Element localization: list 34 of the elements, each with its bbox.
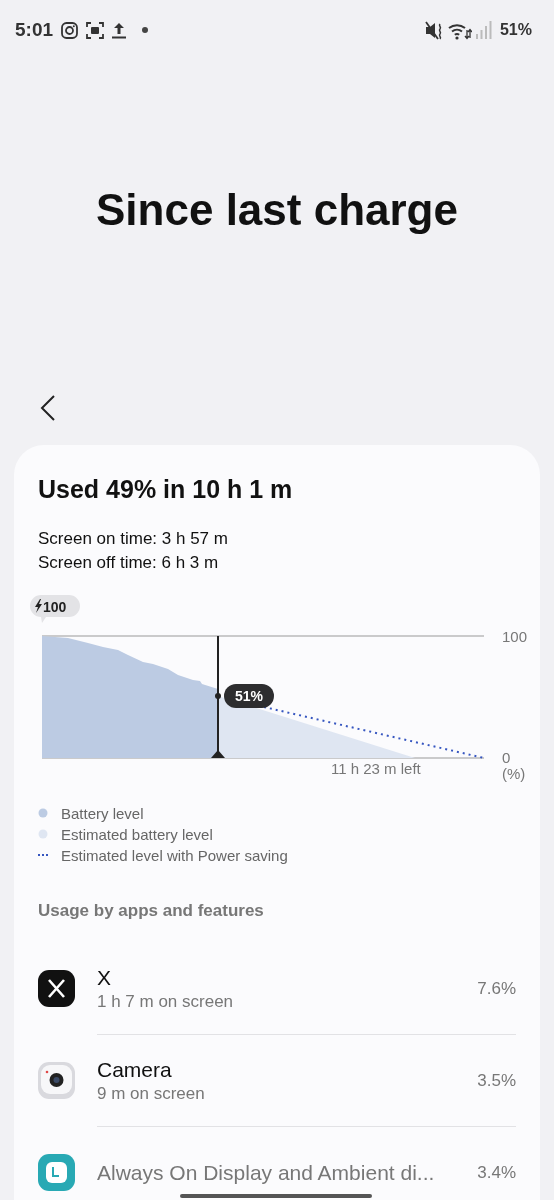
charge-badge: 100 (30, 594, 80, 623)
legend-label: Estimated battery level (61, 824, 213, 845)
camera-icon (38, 1062, 75, 1100)
signal-icon (475, 21, 492, 40)
app-name[interactable]: X (97, 964, 234, 991)
clock-app-icon (38, 1154, 75, 1192)
x-logo-icon (38, 970, 75, 1008)
dot-icon (142, 27, 149, 34)
clock-time: 5:01 (15, 18, 54, 42)
screenshot-icon (86, 21, 105, 39)
axis-label: 0 (502, 748, 511, 766)
current-level-badge: 51% (224, 683, 274, 708)
navigation-handle[interactable] (180, 1194, 372, 1198)
screen-time: 9 m on screen (97, 1082, 205, 1105)
screen-off-time: Screen off time: 6 h 3 m (38, 551, 220, 574)
legend-label: Estimated level with Power saving (61, 845, 288, 866)
axis-unit: (%) (502, 764, 526, 782)
mute-icon (424, 20, 444, 40)
section-title: Usage by apps and features (38, 899, 265, 922)
usage-percentage: 3.5% (477, 1070, 516, 1093)
usage-percentage: 3.4% (477, 1162, 516, 1185)
page-title: Since last charge (95, 184, 459, 237)
upload-icon (112, 21, 127, 39)
app-name[interactable]: Always On Display and Ambient di... (97, 1159, 435, 1186)
battery-percentage: 51% (499, 20, 532, 41)
legend-label: Battery level (61, 803, 144, 824)
screen-time: 1 h 7 m on screen (97, 990, 234, 1013)
axis-label: 100 (502, 627, 528, 645)
usage-heading: Used 49% in 10 h 1 m (38, 474, 294, 506)
camera-app-icon (61, 21, 79, 39)
usage-percentage: 7.6% (477, 978, 516, 1001)
time-left-label: 11 h 23 m left (331, 759, 421, 777)
app-name[interactable]: Camera (97, 1056, 205, 1083)
screen-on-time: Screen on time: 3 h 57 m (38, 527, 229, 550)
